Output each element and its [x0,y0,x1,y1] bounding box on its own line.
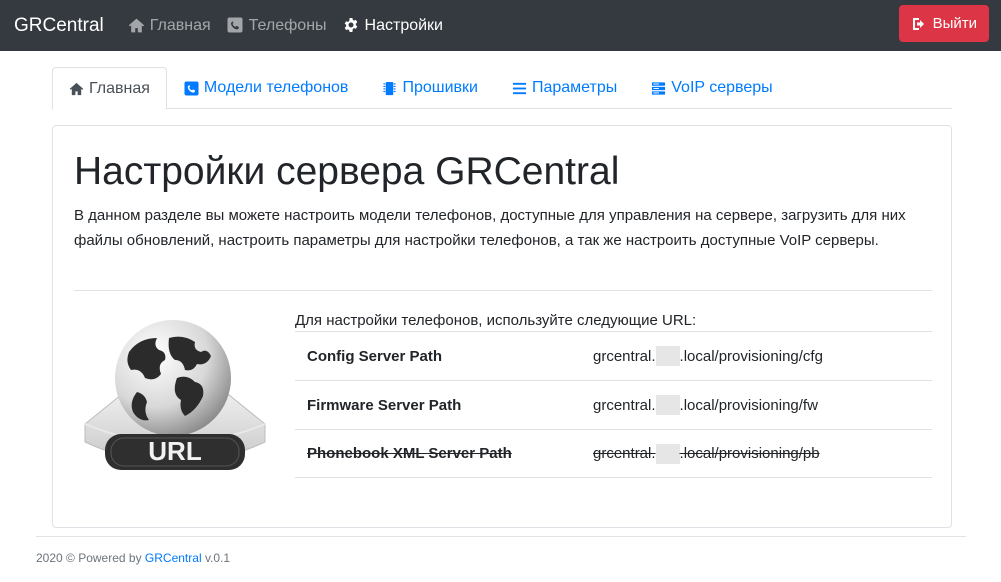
tab-parameters[interactable]: Параметры [495,67,634,109]
footer-prefix: 2020 © Powered by [36,551,145,565]
settings-tabs: Главная Модели телефонов Прошивки Параме… [52,67,952,110]
logout-label: Выйти [932,15,977,32]
url-suffix: .local/provisioning/cfg [679,347,823,365]
server-icon [651,81,666,96]
url-prefix: grcentral. [593,347,656,365]
tab-phone-models[interactable]: Модели телефонов [167,67,366,109]
nav-link-home[interactable]: Главная [128,17,211,35]
redacted-segment [655,346,680,366]
url-name: Phonebook XML Server Path [307,445,512,462]
list-icon [512,81,527,96]
nav-link-settings[interactable]: Настройки [343,17,443,35]
nav-link-label: Главная [149,16,211,34]
url-suffix: .local/provisioning/fw [679,396,818,414]
url-globe-image: URL [77,312,273,484]
footer: 2020 © Powered by GRCentral v.0.1 [36,551,230,565]
intro-text: В данном разделе вы можете настроить мод… [74,207,906,249]
tab-label: Прошивки [402,79,478,96]
tab-voip-servers[interactable]: VoIP серверы [634,67,789,109]
settings-card: Настройки сервера GRCentral В данном раз… [52,125,952,528]
nav-link-label: Телефоны [248,16,327,34]
page-title: Настройки сервера GRCentral [74,150,620,193]
url-image-label: URL [148,436,202,466]
footer-version: v.0.1 [201,551,231,565]
url-name: Firmware Server Path [307,396,462,414]
url-value[interactable]: grcentral. .local/provisioning/cfg [593,346,823,366]
home-icon [128,17,145,34]
brand-logo-text[interactable]: GRCentral [14,15,104,37]
tab-label: Модели телефонов [203,79,349,96]
top-navbar: GRCentral Главная Телефоны Настройки Вый… [0,0,1001,51]
url-table: Config Server Path grcentral. .local/prov… [295,331,932,478]
logout-button[interactable]: Выйти [898,5,989,42]
redacted-segment [655,395,680,415]
url-row-phonebook: Phonebook XML Server Path grcentral. .loc… [295,429,932,478]
tab-home[interactable]: Главная [52,67,167,110]
footer-divider [36,536,966,537]
phone-square-icon [184,80,199,96]
url-suffix: .local/provisioning/pb [679,445,820,462]
tab-label: VoIP серверы [671,79,773,96]
microchip-icon [382,81,397,96]
nav-link-phones[interactable]: Телефоны [227,17,327,35]
url-prefix: grcentral. [593,445,656,462]
url-caption: Для настройки телефонов, используйте сле… [295,312,697,329]
tab-firmware[interactable]: Прошивки [365,67,495,109]
tab-label: Главная [89,79,150,97]
tab-label: Параметры [531,79,618,96]
home-icon [69,81,84,96]
nav-link-label: Настройки [364,16,443,34]
url-value[interactable]: grcentral. .local/provisioning/pb [593,443,820,464]
footer-brand-link[interactable]: GRCentral [145,551,202,565]
gear-icon [343,17,360,34]
divider [74,290,932,291]
url-prefix: grcentral. [593,396,656,414]
redacted-segment [655,443,680,464]
url-row-config: Config Server Path grcentral. .local/prov… [295,331,932,380]
url-name: Config Server Path [307,347,443,365]
phone-square-icon [227,17,244,34]
url-value[interactable]: grcentral. .local/provisioning/fw [593,395,818,415]
url-row-firmware: Firmware Server Path grcentral. .local/pr… [295,380,932,429]
sign-out-icon [911,16,927,32]
